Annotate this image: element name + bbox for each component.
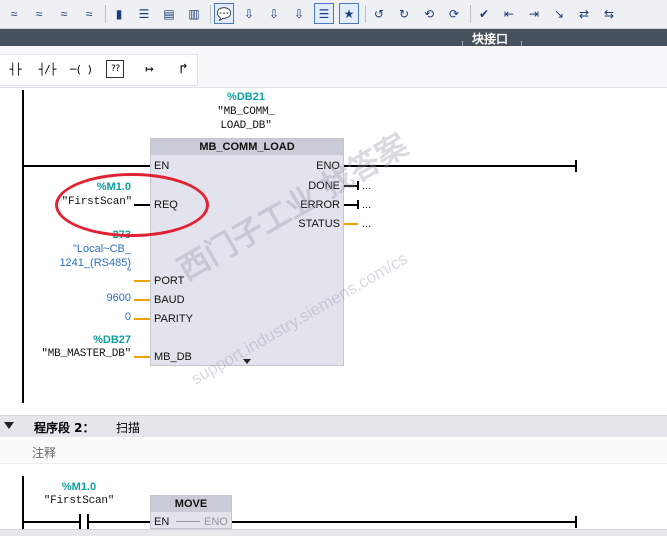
port-symbol[interactable]: "Local~CB_ [30, 243, 131, 255]
download-2-icon[interactable]: ⇩ [264, 3, 284, 24]
mb-db-wire [134, 356, 150, 358]
contact-left-wire [22, 521, 80, 523]
error-wire-end [357, 200, 359, 209]
port-wire [134, 280, 150, 282]
wires-1-icon[interactable]: ≈ [4, 3, 24, 24]
mb-db-symbol[interactable]: "MB_MASTER_DB" [20, 348, 131, 360]
empty-box-icon[interactable]: ?? [106, 60, 124, 78]
collapse-triangle-icon[interactable] [4, 422, 14, 429]
nc-contact-icon[interactable]: ┤/├ [32, 60, 62, 78]
horizontal-scrollbar[interactable] [0, 529, 667, 536]
move-eno-wire-end [575, 516, 577, 528]
instance-db-address[interactable]: %DB21 [206, 91, 286, 103]
pin-en: EN [154, 160, 170, 172]
error-wire [344, 204, 358, 206]
comment-icon[interactable]: 💬 [214, 3, 234, 24]
window-icon[interactable]: ▤ [159, 3, 179, 24]
pin-baud: BAUD [154, 294, 185, 306]
toolbar-separator [470, 5, 471, 23]
swap-left-icon[interactable]: ⇄ [574, 3, 594, 24]
error-output[interactable]: ... [362, 199, 371, 211]
move-block-title: MOVE [151, 496, 231, 512]
network-label: 程序段 2： [34, 421, 95, 435]
favorites-panel [0, 54, 198, 86]
coil-icon[interactable]: ─( ) [65, 60, 97, 78]
list-2-icon[interactable]: ☰ [314, 3, 334, 24]
wires-3-icon[interactable]: ≈ [54, 3, 74, 24]
pin-port: PORT [154, 275, 185, 287]
move-pin-eno: ENO [204, 516, 228, 528]
parity-wire [134, 318, 150, 320]
instruction-favorites-bar: ┤├ ┤/├ ─( ) ?? ↦ ↱ [0, 46, 667, 88]
undo-icon[interactable]: ⟲ [419, 3, 439, 24]
pin-mb-db: MB_DB [154, 351, 192, 363]
favorite-icon[interactable]: ★ [339, 3, 359, 24]
wires-2-icon[interactable]: ≈ [29, 3, 49, 24]
parity-value[interactable]: 0 [60, 311, 131, 323]
baud-wire [134, 299, 150, 301]
open-branch-icon[interactable]: ↦ [138, 60, 160, 78]
instance-db-name-cont[interactable]: LOAD_DB" [196, 120, 296, 132]
status-wire [344, 223, 358, 225]
contact-right-wire [89, 521, 151, 523]
toolbar-separator [365, 5, 366, 23]
block-icon[interactable]: ▮ [109, 3, 129, 24]
eno-wire-end [575, 160, 577, 172]
contact-address[interactable]: %M1.0 [44, 481, 114, 493]
rotate-left-icon[interactable]: ↺ [369, 3, 389, 24]
instance-db-name[interactable]: "MB_COMM_ [196, 106, 296, 118]
editor-toolbar: ≈ ≈ ≈ ≈ ▮ ☰ ▤ ▥ 💬 ⇩ ⇩ ⇩ ☰ ★ ↺ ↻ ⟲ ⟳ ✔ ⇤ ⇥ ↘ ⇄ ⇆ [0, 0, 667, 29]
close-branch-icon[interactable]: ↱ [172, 60, 194, 78]
arrow-icon[interactable]: ↘ [549, 3, 569, 24]
contact-left-bar[interactable] [79, 514, 81, 529]
download-3-icon[interactable]: ⇩ [289, 3, 309, 24]
toolbar-separator [210, 5, 211, 23]
pin-parity: PARITY [154, 313, 193, 325]
redo-icon[interactable]: ⟳ [444, 3, 464, 24]
window-2-icon[interactable]: ▥ [184, 3, 204, 24]
comment-placeholder[interactable]: 注释 [32, 444, 56, 461]
list-icon[interactable]: ☰ [134, 3, 154, 24]
swap-right-icon[interactable]: ⇆ [599, 3, 619, 24]
block-title: MB_COMM_LOAD [151, 139, 343, 155]
baud-value[interactable]: 9600 [60, 292, 131, 304]
network-2-comment[interactable]: 注释 [0, 438, 667, 464]
wires-4-icon[interactable]: ≈ [79, 3, 99, 24]
block-interface-bar[interactable]: 块接口 [0, 29, 667, 46]
status-output[interactable]: ... [362, 218, 371, 230]
toolbar-separator [105, 5, 106, 23]
rotate-right-icon[interactable]: ↻ [394, 3, 414, 24]
indent-right-icon[interactable]: ⇥ [524, 3, 544, 24]
highlight-circle [55, 173, 209, 237]
contact-symbol[interactable]: "FirstScan" [36, 495, 122, 507]
move-pin-en: EN [154, 516, 170, 528]
mb-db-address[interactable]: %DB27 [60, 334, 131, 346]
no-contact-icon[interactable]: ┤├ [2, 60, 28, 78]
download-1-icon[interactable]: ⇩ [239, 3, 259, 24]
check-icon[interactable]: ✔ [474, 3, 494, 24]
en-wire [22, 165, 152, 167]
move-en-eno-line [176, 521, 200, 522]
move-eno-wire [232, 521, 576, 523]
indent-left-icon[interactable]: ⇤ [499, 3, 519, 24]
network-title[interactable]: 扫描 [116, 419, 140, 436]
port-symbol-end[interactable]: " [30, 267, 131, 279]
network-2-header[interactable]: 程序段 2： 扫描 [0, 415, 667, 437]
